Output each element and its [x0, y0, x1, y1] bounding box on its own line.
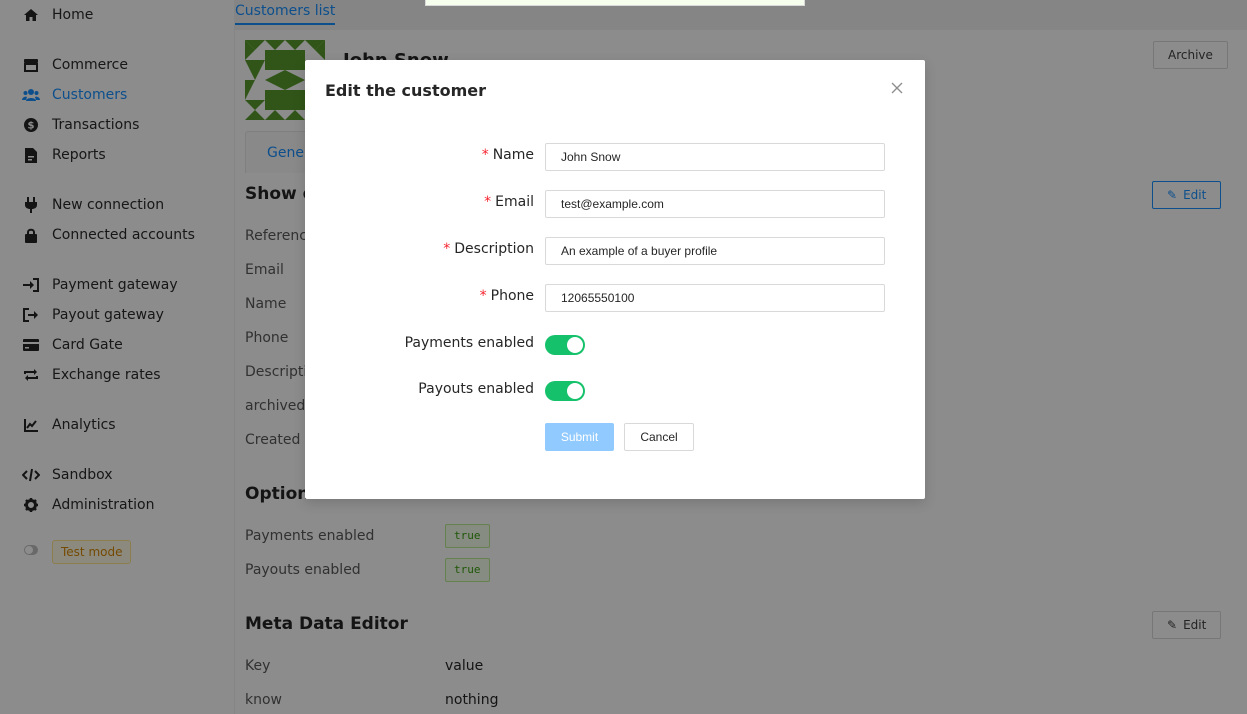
payments-enabled-switch[interactable] — [545, 335, 585, 355]
phone-input[interactable] — [545, 284, 885, 312]
modal-title: Edit the customer — [325, 81, 486, 100]
cancel-button[interactable]: Cancel — [624, 423, 694, 451]
description-label-text: Description — [454, 241, 534, 257]
notification-bar — [425, 0, 805, 6]
payments-enabled-label: Payments enabled — [404, 335, 534, 351]
close-icon[interactable] — [887, 78, 907, 98]
phone-label-text: Phone — [490, 288, 534, 304]
required-mark: * — [443, 241, 451, 257]
phone-label: * Phone — [305, 288, 534, 304]
email-input[interactable] — [545, 190, 885, 218]
payouts-enabled-label: Payouts enabled — [418, 381, 534, 397]
required-mark: * — [479, 288, 487, 304]
name-label-text: Name — [492, 147, 534, 163]
required-mark: * — [481, 147, 489, 163]
switch-knob — [567, 383, 583, 399]
switch-knob — [567, 337, 583, 353]
description-input[interactable] — [545, 237, 885, 265]
edit-customer-modal: Edit the customer *Name *Email *Descript… — [305, 60, 925, 499]
email-label-text: Email — [495, 194, 534, 210]
payouts-enabled-switch[interactable] — [545, 381, 585, 401]
email-label: * Email — [305, 194, 534, 210]
submit-button[interactable]: Submit — [545, 423, 614, 451]
required-mark: * — [484, 194, 492, 210]
description-label: * Description — [305, 241, 534, 257]
name-label: * Name — [305, 147, 534, 163]
name-input[interactable] — [545, 143, 885, 171]
